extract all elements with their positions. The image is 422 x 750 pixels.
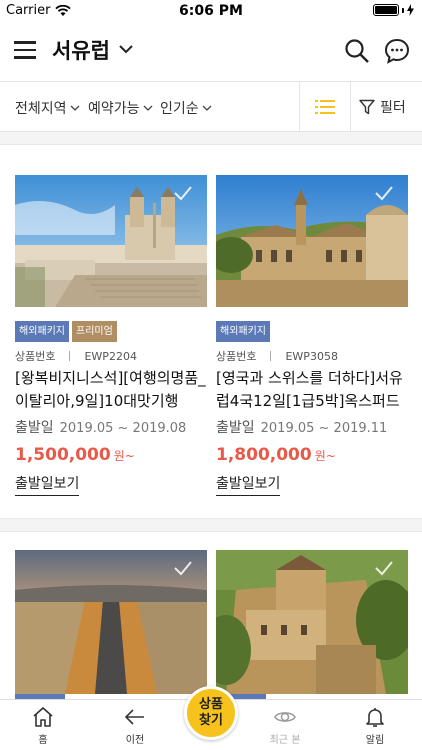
departure-date: 출발일 2019.05 ~ 2019.11 bbox=[216, 417, 408, 437]
tab-back[interactable]: 이전 bbox=[105, 705, 165, 746]
find-product-label-1: 상품 bbox=[199, 697, 223, 712]
departure-date-label: 출발일 bbox=[216, 420, 255, 436]
arrow-left-icon bbox=[124, 709, 144, 725]
tab-back-label: 이전 bbox=[125, 735, 145, 746]
price-unit: 원~ bbox=[314, 449, 336, 463]
find-product-label-2: 찾기 bbox=[199, 713, 223, 728]
filter-region-label: 전체지역 bbox=[15, 101, 67, 117]
product-card[interactable] bbox=[15, 550, 207, 694]
tag-package: 해외패키지 bbox=[15, 321, 69, 342]
check-icon[interactable] bbox=[173, 560, 193, 576]
product-code-label: 상품번호 bbox=[15, 350, 56, 363]
product-code: EWP3058 bbox=[285, 349, 338, 363]
battery-icon bbox=[373, 4, 399, 16]
price-value: 1,800,000 bbox=[216, 445, 312, 465]
chat-icon[interactable] bbox=[384, 38, 410, 64]
tab-alerts[interactable]: 알림 bbox=[345, 705, 405, 746]
tab-alerts-label: 알림 bbox=[365, 735, 385, 746]
check-icon[interactable] bbox=[374, 185, 394, 201]
home-icon bbox=[33, 707, 53, 727]
divider bbox=[270, 351, 272, 361]
tag-premium: 프리미엄 bbox=[72, 321, 117, 342]
filter-availability[interactable]: 예약가능 bbox=[88, 98, 153, 118]
check-icon[interactable] bbox=[173, 185, 193, 201]
product-code-row: 상품번호 EWP2204 bbox=[15, 348, 207, 364]
region-title[interactable]: 서유럽 bbox=[52, 35, 110, 65]
status-time: 6:06 PM bbox=[179, 3, 243, 19]
departure-date-range: 2019.05 ~ 2019.11 bbox=[260, 421, 388, 436]
chevron-down-icon bbox=[143, 105, 152, 111]
battery-nub bbox=[402, 7, 404, 13]
filter-sort-label: 인기순 bbox=[160, 101, 199, 117]
product-card[interactable]: 해외패키지 상품번호 EWP3058 [영국과 스위스를 더하다]서유럽4국12… bbox=[216, 175, 408, 496]
product-card[interactable] bbox=[216, 550, 408, 694]
chevron-down-icon bbox=[70, 105, 79, 111]
tab-recent-label: 최근 본 bbox=[269, 735, 301, 746]
product-image[interactable] bbox=[216, 550, 408, 694]
price-unit: 원~ bbox=[113, 449, 135, 463]
charging-icon bbox=[407, 4, 414, 16]
view-departures-link[interactable]: 출발일보기 bbox=[15, 473, 80, 496]
product-price: 1,800,000 원~ bbox=[216, 445, 408, 465]
eye-icon bbox=[274, 712, 296, 722]
app-header: 서유럽 bbox=[0, 22, 422, 80]
product-title[interactable]: [영국과 스위스를 더하다]서유럽4국12일[1급5박]옥스퍼드 bbox=[216, 367, 408, 413]
filter-region[interactable]: 전체지역 bbox=[15, 98, 80, 118]
tab-recent[interactable]: 최근 본 bbox=[255, 705, 315, 746]
departure-date: 출발일 2019.05 ~ 2019.08 bbox=[15, 417, 207, 437]
status-right bbox=[373, 4, 414, 16]
product-image[interactable] bbox=[15, 550, 207, 694]
product-price: 1,500,000 원~ bbox=[15, 445, 207, 465]
search-icon[interactable] bbox=[344, 38, 370, 64]
filter-availability-label: 예약가능 bbox=[88, 101, 140, 117]
product-image[interactable] bbox=[15, 175, 207, 307]
list-view-toggle[interactable] bbox=[299, 82, 351, 132]
section-divider bbox=[0, 518, 422, 532]
view-departures-link[interactable]: 출발일보기 bbox=[216, 473, 281, 496]
menu-icon bbox=[14, 41, 36, 44]
bell-icon bbox=[366, 708, 384, 727]
chevron-down-icon bbox=[202, 105, 212, 111]
funnel-icon bbox=[359, 99, 375, 115]
tag-package: 해외패키지 bbox=[216, 321, 270, 342]
product-code: EWP2204 bbox=[84, 349, 137, 363]
product-title[interactable]: [왕복비지니스석][여행의명품_이탈리아,9일]10대맛기행 bbox=[15, 367, 207, 413]
price-value: 1,500,000 bbox=[15, 445, 111, 465]
filter-button[interactable]: 필터 bbox=[359, 97, 406, 117]
product-tags: 해외패키지 프리미엄 bbox=[15, 321, 207, 342]
product-tags: 해외패키지 bbox=[216, 321, 408, 342]
filter-bar: 전체지역 예약가능 인기순 필터 bbox=[0, 81, 422, 132]
departure-date-range: 2019.05 ~ 2019.08 bbox=[59, 421, 187, 436]
divider bbox=[69, 351, 71, 361]
chevron-down-icon[interactable] bbox=[118, 42, 134, 56]
product-code-label: 상품번호 bbox=[216, 350, 257, 363]
product-code-row: 상품번호 EWP3058 bbox=[216, 348, 408, 364]
filter-button-label: 필터 bbox=[380, 100, 406, 116]
check-icon[interactable] bbox=[374, 560, 394, 576]
menu-button[interactable] bbox=[14, 41, 38, 61]
tab-home[interactable]: 홈 bbox=[13, 705, 73, 746]
status-bar: Carrier 6:06 PM bbox=[0, 0, 422, 22]
product-card[interactable]: 해외패키지 프리미엄 상품번호 EWP2204 [왕복비지니스석][여행의명품_… bbox=[15, 175, 207, 496]
product-image[interactable] bbox=[216, 175, 408, 307]
section-spacer bbox=[0, 132, 422, 145]
find-product-button[interactable]: 상품 찾기 bbox=[184, 686, 238, 740]
tab-home-label: 홈 bbox=[38, 735, 48, 746]
filter-sort[interactable]: 인기순 bbox=[160, 98, 212, 118]
list-icon bbox=[315, 100, 335, 114]
departure-date-label: 출발일 bbox=[15, 420, 54, 436]
